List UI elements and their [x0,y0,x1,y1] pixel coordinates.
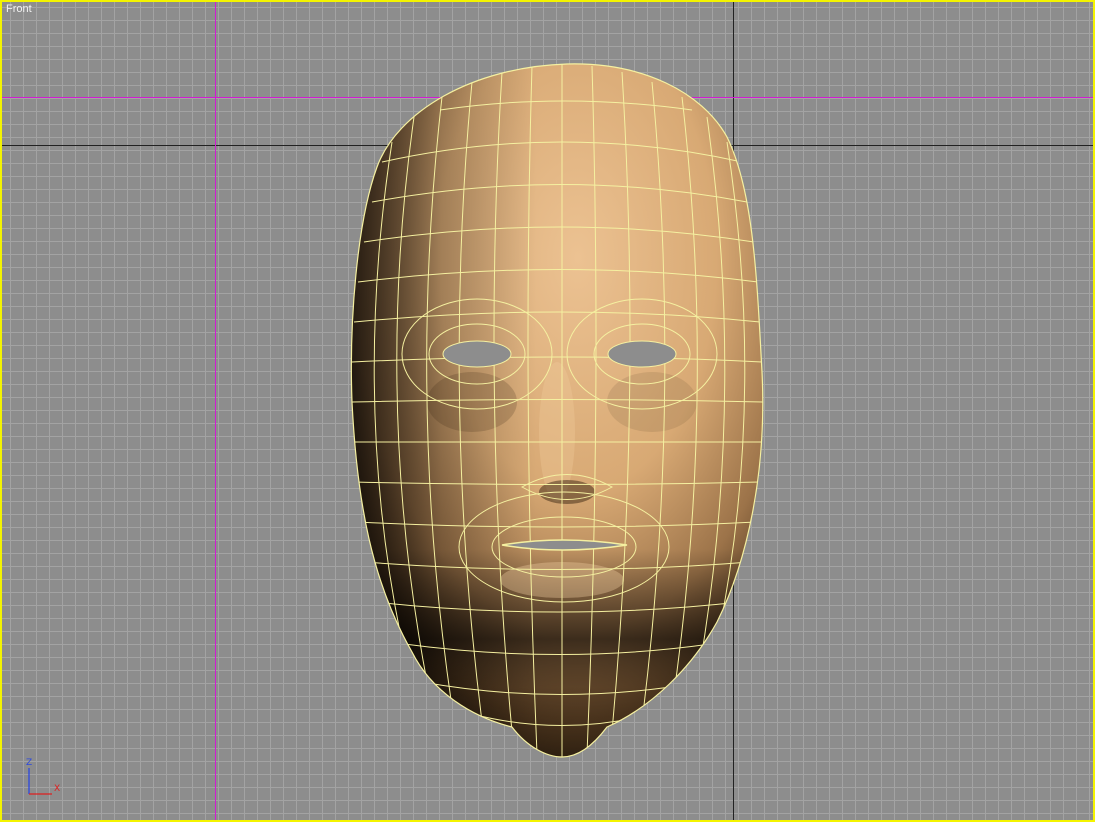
head-mesh-model[interactable] [2,2,1093,820]
axis-tripod: Z X [26,758,60,795]
front-viewport[interactable]: Front Z X [0,0,1095,822]
axis-z-label: Z [26,758,32,768]
axis-x-label: X [54,784,60,794]
